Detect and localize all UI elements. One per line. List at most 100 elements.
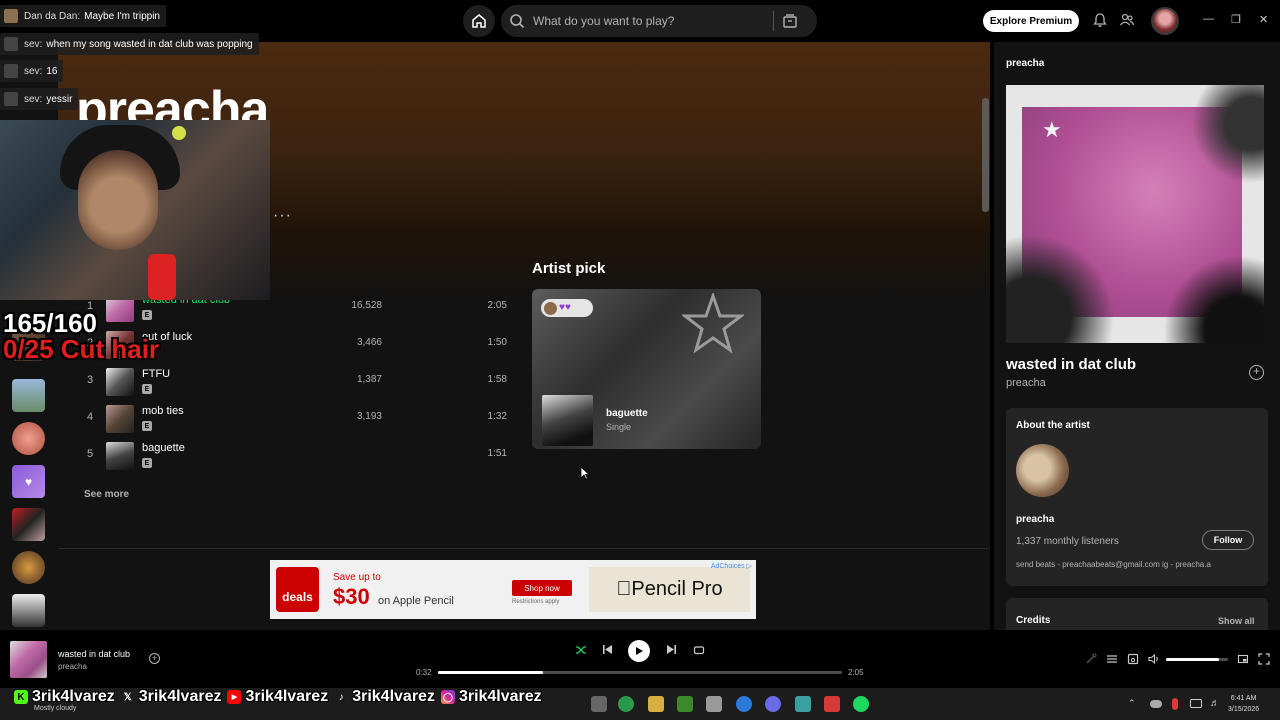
add-icon[interactable]: + [149, 653, 160, 664]
x-handle: 3rik4lvarez [138, 688, 222, 705]
track-duration: 1:50 [487, 337, 507, 348]
artist-pick-card[interactable]: ♥♥ baguette Single [532, 289, 761, 449]
search-input[interactable] [533, 14, 773, 28]
home-icon [472, 14, 486, 28]
now-playing-art[interactable] [10, 641, 47, 678]
liked-songs-icon[interactable]: ♥ [12, 465, 45, 498]
search-divider [773, 11, 774, 31]
ad-product: on Apple Pencil [378, 595, 454, 607]
ad-shop-now-button[interactable]: Shop now [512, 580, 572, 596]
track-row[interactable]: 3 FTFU E 1,387 1:58 [80, 365, 520, 399]
track-plays: 3,466 [356, 337, 382, 348]
minecraft-icon[interactable] [677, 696, 693, 712]
ad-banner[interactable]: deals Save up to $30 on Apple Pencil Sho… [270, 560, 756, 619]
home-button[interactable] [463, 5, 495, 37]
mic-icon[interactable] [1172, 698, 1178, 710]
minimize-icon[interactable]: — [1203, 13, 1214, 25]
chat-text: when my song wasted in dat club was popp… [46, 38, 253, 50]
edge-icon[interactable] [736, 696, 752, 712]
repeat-icon[interactable] [693, 644, 705, 656]
search-bar[interactable] [501, 5, 817, 37]
add-to-library-icon[interactable]: + [1249, 365, 1264, 380]
volume-slider[interactable] [1166, 658, 1228, 661]
chat-message: sev: yessir [0, 88, 79, 110]
about-artist-card[interactable]: About the artist preacha 1,337 monthly l… [1006, 408, 1268, 586]
queue-icon[interactable] [1106, 653, 1118, 665]
social-instagram: ◯ 3rik4lvarez [440, 688, 542, 706]
fullscreen-icon[interactable] [1258, 653, 1270, 665]
now-playing-title[interactable]: wasted in dat club [58, 649, 130, 659]
youtube-handle: 3rik4lvarez [245, 688, 329, 705]
goal-counter: 0/25 Cut hair [3, 334, 160, 364]
miniplayer-icon[interactable] [1237, 653, 1249, 665]
previous-icon[interactable] [602, 644, 613, 655]
ad-save-text: Save up to [333, 572, 381, 583]
track-row[interactable]: 5 baguette E 1:51 [80, 439, 520, 473]
star-icon: ★ [1042, 117, 1062, 142]
webcam-face [78, 150, 158, 250]
chrome-icon[interactable] [618, 696, 634, 712]
now-playing-artist[interactable]: preacha [58, 662, 87, 671]
onedrive-icon[interactable] [1150, 700, 1162, 708]
player-bar: wasted in dat club preacha + 0:32 2:05 [0, 630, 1280, 688]
instagram-handle: 3rik4lvarez [458, 688, 542, 705]
show-all-link[interactable]: Show all [1218, 616, 1255, 626]
store-icon[interactable] [706, 696, 722, 712]
track-title[interactable]: FTFU [142, 368, 170, 380]
taskbar-app[interactable] [795, 696, 811, 712]
file-explorer-icon[interactable] [648, 696, 664, 712]
see-more-link[interactable]: See more [84, 489, 129, 500]
main-scrollbar[interactable] [982, 98, 989, 212]
friends-icon[interactable] [1119, 12, 1135, 28]
about-heading: About the artist [1016, 420, 1090, 431]
webcam-lamp [148, 254, 176, 300]
track-title[interactable]: baguette [142, 442, 185, 454]
shuffle-icon[interactable] [575, 644, 587, 656]
artist-pick-title[interactable]: baguette [606, 408, 648, 419]
track-plays: 16,528 [351, 300, 382, 311]
user-avatar[interactable] [1151, 7, 1179, 35]
bell-icon[interactable] [1093, 12, 1107, 28]
ad-choices-icon[interactable]: AdChoices ▷ [711, 562, 752, 570]
speaker-icon[interactable]: ♬ [1210, 698, 1222, 710]
track-row[interactable]: 4 mob ties E 3,193 1:32 [80, 402, 520, 436]
tray-chevron-icon[interactable]: ⌃ [1128, 698, 1140, 710]
track-title[interactable]: mob ties [142, 405, 184, 417]
panel-artist[interactable]: preacha [1006, 377, 1046, 389]
next-icon[interactable] [666, 644, 677, 655]
progress-bar[interactable] [438, 671, 842, 674]
youtube-icon: ▶ [227, 690, 242, 704]
panel-song-title[interactable]: wasted in dat club [1006, 356, 1136, 373]
credits-heading: Credits [1016, 615, 1051, 626]
library-item[interactable] [12, 422, 45, 455]
close-icon[interactable]: ✕ [1259, 13, 1268, 26]
mouse-cursor-icon [580, 466, 590, 480]
connect-device-icon[interactable] [1127, 653, 1139, 665]
lyrics-icon[interactable] [1085, 653, 1097, 665]
monthly-listeners: 1,337 monthly listeners [1016, 536, 1119, 547]
taskbar-app[interactable] [591, 696, 607, 712]
more-options-button[interactable]: ··· [273, 207, 292, 225]
explicit-badge: E [142, 310, 152, 320]
play-button[interactable] [628, 640, 650, 662]
spotify-icon[interactable] [853, 696, 869, 712]
browse-icon[interactable] [782, 13, 798, 29]
library-item[interactable] [12, 508, 45, 541]
discord-icon[interactable] [765, 696, 781, 712]
library-item[interactable] [12, 594, 45, 627]
track-number: 5 [86, 448, 94, 460]
follow-button[interactable]: Follow [1202, 530, 1254, 550]
about-artist-name[interactable]: preacha [1016, 514, 1054, 525]
library-item[interactable] [12, 379, 45, 412]
clock[interactable]: 6:41 AM 3/15/2026 [1228, 693, 1259, 715]
chat-text: Maybe I'm trippin [84, 10, 160, 22]
taskbar-app[interactable] [824, 696, 840, 712]
volume-icon[interactable] [1148, 653, 1160, 665]
tiktok-handle: 3rik4lvarez [352, 688, 435, 705]
explore-premium-button[interactable]: Explore Premium [983, 10, 1079, 32]
social-handles-bar: K 3rik4lvarez 𝕏 3rik4lvarez ▶ 3rik4lvare… [14, 686, 542, 708]
battery-icon[interactable] [1190, 699, 1202, 708]
library-item[interactable] [12, 551, 45, 584]
maximize-icon[interactable]: ❐ [1231, 13, 1241, 26]
clock-date: 3/15/2026 [1228, 706, 1260, 713]
